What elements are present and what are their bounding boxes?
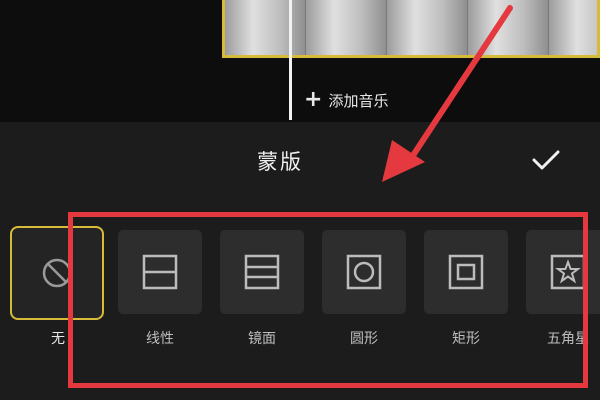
clip-thumbnail [306,0,387,55]
mask-tile [10,226,104,320]
plus-icon: + [304,87,323,112]
mirror-mask-icon [244,254,280,290]
mask-option-mirror[interactable]: 镜面 [220,230,304,350]
mask-tile [322,230,406,314]
mask-option-linear[interactable]: 线性 [118,230,202,350]
clip-thumbnail [468,0,549,55]
mask-option-none[interactable]: 无 [10,226,104,350]
linear-mask-icon [142,254,178,290]
mask-tile [526,230,600,314]
rectangle-mask-icon [448,254,484,290]
mask-label: 矩形 [452,331,480,347]
confirm-button[interactable] [524,142,568,178]
mask-tile [424,230,508,314]
mask-tile [118,230,202,314]
add-music-label: 添加音乐 [328,91,389,110]
mask-panel: 蒙版 无 线性 镜面 圆形 矩形 五角星 [0,122,600,400]
video-clip-track[interactable] [222,0,600,58]
timeline-area: + 添加音乐 [0,0,600,122]
mask-label: 圆形 [350,331,378,347]
clip-thumbnail [225,0,306,55]
circle-mask-icon [346,254,382,290]
mask-label: 无 [51,331,65,347]
video-editor-screen: + 添加音乐 蒙版 无 线性 镜面 圆形 矩形 五角星 [0,0,600,400]
mask-option-circle[interactable]: 圆形 [322,230,406,350]
mask-tile [220,230,304,314]
checkmark-icon [532,150,560,170]
mask-label: 五角星 [547,331,589,347]
mask-label: 线性 [146,331,174,347]
none-icon [42,258,72,288]
mask-label: 镜面 [248,331,276,347]
playhead[interactable] [289,0,292,120]
add-music-button[interactable]: + 添加音乐 [304,88,388,112]
star-mask-icon [550,254,586,290]
panel-title: 蒙版 [257,150,303,174]
mask-option-star[interactable]: 五角星 [526,230,600,350]
clip-thumbnail [387,0,468,55]
clip-thumbnail [549,0,597,55]
mask-option-rectangle[interactable]: 矩形 [424,230,508,350]
